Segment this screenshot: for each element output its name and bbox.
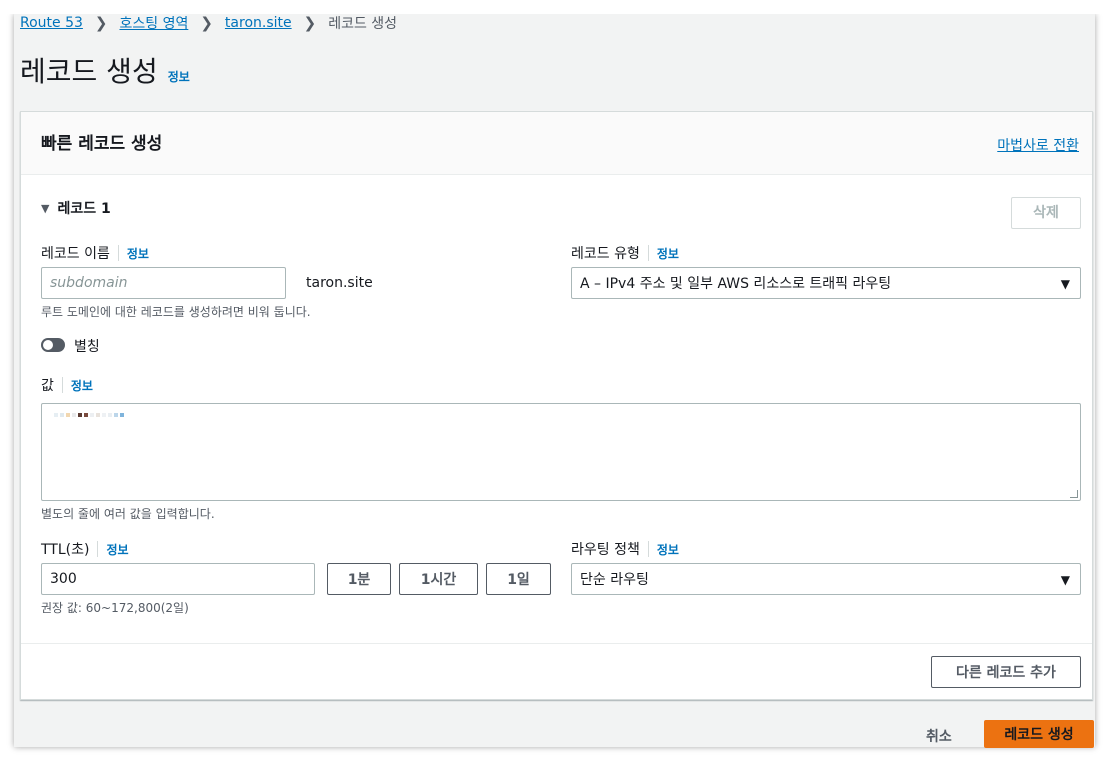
chevron-right-icon: ❯	[200, 14, 213, 32]
caret-down-icon: ▼	[1060, 573, 1070, 587]
ttl-1min-button[interactable]: 1분	[327, 563, 391, 595]
breadcrumb-current: 레코드 생성	[328, 16, 398, 32]
record-name-label-row: 레코드 이름 정보	[41, 243, 149, 263]
record-name-label: 레코드 이름	[41, 246, 110, 262]
breadcrumb-zone[interactable]: taron.site	[225, 15, 292, 31]
panel-header: 빠른 레코드 생성 마법사로 전환	[21, 112, 1092, 175]
ttl-1hour-button[interactable]: 1시간	[399, 563, 478, 595]
resize-handle[interactable]	[1070, 490, 1078, 498]
caret-down-icon: ▼	[1060, 277, 1070, 291]
routing-policy-select[interactable]: 단순 라우팅 ▼	[571, 563, 1081, 595]
record-name-hint: 루트 도메인에 대한 레코드를 생성하려면 비워 둡니다.	[41, 305, 311, 319]
routing-label-row: 라우팅 정책 정보	[571, 539, 679, 559]
record-name-input[interactable]: subdomain	[41, 267, 286, 299]
caret-down-icon: ▼	[41, 201, 50, 215]
record-name-placeholder: subdomain	[50, 275, 128, 291]
ttl-hint: 권장 값: 60~172,800(2일)	[41, 601, 189, 615]
routing-info-link[interactable]: 정보	[657, 541, 679, 558]
domain-suffix: taron.site	[306, 275, 373, 291]
alias-toggle[interactable]	[41, 338, 65, 352]
ttl-label: TTL(초)	[41, 542, 90, 558]
toggle-knob	[43, 340, 53, 350]
record-type-label: 레코드 유형	[571, 246, 640, 262]
record-type-select[interactable]: A – IPv4 주소 및 일부 AWS 리소스로 트래픽 라우팅 ▼	[571, 267, 1081, 299]
record-section-label: 레코드 1	[57, 201, 111, 217]
value-label-row: 값 정보	[41, 375, 93, 395]
ttl-1day-button[interactable]: 1일	[486, 563, 551, 595]
panel-title: 빠른 레코드 생성	[41, 134, 163, 154]
cancel-button[interactable]: 취소	[926, 726, 952, 746]
delete-record-button[interactable]: 삭제	[1011, 197, 1081, 229]
breadcrumb: Route 53 ❯ 호스팅 영역 ❯ taron.site ❯ 레코드 생성	[20, 12, 397, 34]
routing-policy-value: 단순 라우팅	[580, 572, 649, 588]
breadcrumb-hosted-zones[interactable]: 호스팅 영역	[119, 13, 188, 33]
record-expand-toggle[interactable]: ▼ 레코드 1	[41, 198, 111, 218]
add-another-record-button[interactable]: 다른 레코드 추가	[931, 656, 1081, 688]
quick-create-panel: 빠른 레코드 생성 마법사로 전환 ▼ 레코드 1 삭제 레코드 이름 정보 s…	[20, 111, 1093, 700]
value-textarea[interactable]	[41, 403, 1081, 501]
breadcrumb-route53[interactable]: Route 53	[20, 15, 83, 31]
page-info-link[interactable]: 정보	[168, 68, 190, 85]
page-header: 레코드 생성 정보	[20, 50, 190, 90]
ttl-input[interactable]: 300	[41, 563, 315, 595]
record-type-label-row: 레코드 유형 정보	[571, 243, 679, 263]
page-title: 레코드 생성	[20, 55, 158, 88]
ttl-label-row: TTL(초) 정보	[41, 539, 129, 559]
chevron-right-icon: ❯	[94, 14, 108, 32]
record-type-value: A – IPv4 주소 및 일부 AWS 리소스로 트래픽 라우팅	[580, 276, 892, 292]
ttl-info-link[interactable]: 정보	[106, 541, 128, 558]
create-records-button[interactable]: 레코드 생성	[984, 720, 1094, 748]
value-info-link[interactable]: 정보	[71, 377, 93, 394]
value-label: 값	[41, 378, 54, 394]
switch-to-wizard-link[interactable]: 마법사로 전환	[997, 135, 1079, 155]
ttl-value: 300	[50, 571, 77, 587]
record-type-info-link[interactable]: 정보	[657, 245, 679, 262]
value-hint: 별도의 줄에 여러 값을 입력합니다.	[41, 507, 215, 521]
chevron-right-icon: ❯	[303, 14, 317, 32]
redacted-value	[54, 413, 124, 417]
routing-label: 라우팅 정책	[571, 542, 640, 558]
record-name-info-link[interactable]: 정보	[127, 245, 149, 262]
alias-label: 별칭	[74, 339, 100, 355]
